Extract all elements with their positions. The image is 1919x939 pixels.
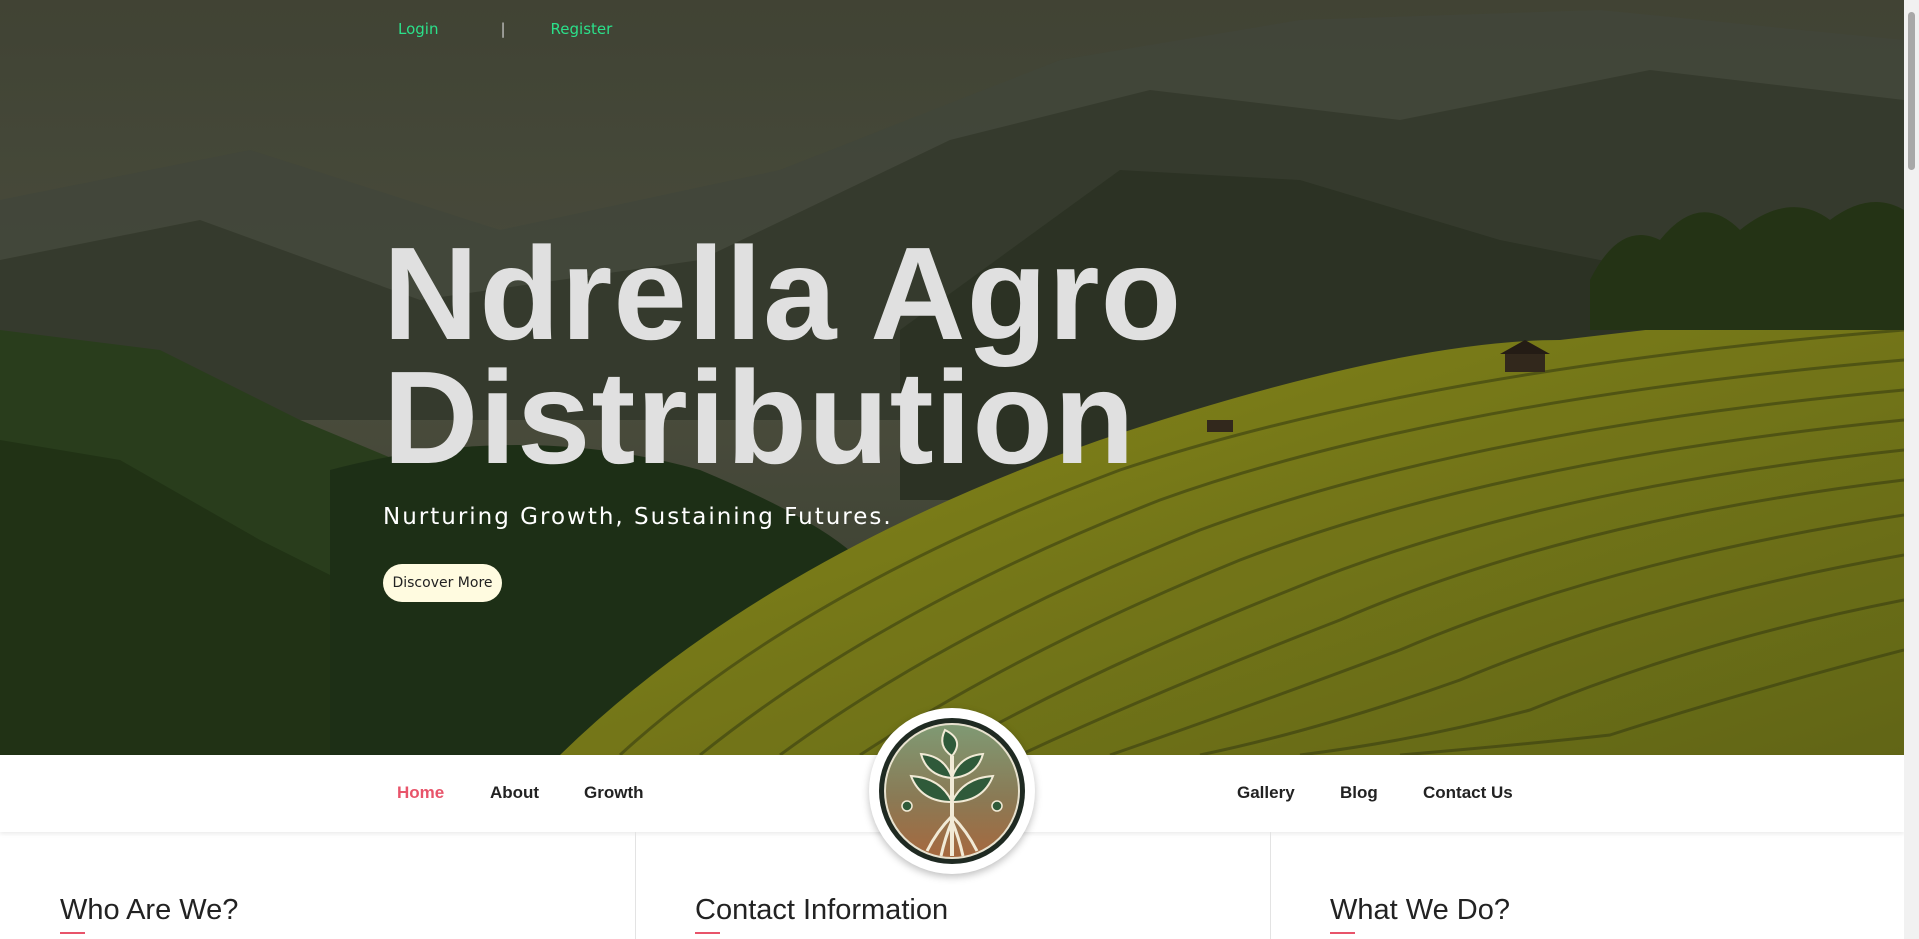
auth-separator: | — [500, 20, 506, 38]
plant-leaf-logo-icon — [879, 718, 1025, 864]
page-scrollbar[interactable] — [1904, 0, 1919, 939]
section-who-are-we: Who Are We? — [0, 832, 635, 939]
discover-more-button[interactable]: Discover More — [383, 564, 502, 602]
section-title: Contact Information — [695, 894, 949, 926]
section-what-we-do: What We Do? — [1270, 832, 1904, 939]
scrollbar-thumb[interactable] — [1908, 12, 1915, 170]
nav-item-growth[interactable]: Growth — [584, 783, 644, 803]
nav-item-gallery[interactable]: Gallery — [1237, 783, 1295, 803]
site-logo[interactable] — [869, 708, 1035, 874]
section-title: What We Do? — [1330, 894, 1510, 926]
register-link[interactable]: Register — [551, 20, 613, 38]
auth-links: Login | Register — [398, 20, 612, 38]
nav-item-home[interactable]: Home — [397, 783, 444, 803]
section-underline — [1330, 932, 1355, 934]
hero-title-line-1: Ndrella Agro — [383, 220, 1183, 367]
hero-title-line-2: Distribution — [383, 344, 1136, 491]
hero-title: Ndrella Agro Distribution — [383, 220, 1283, 491]
nav-item-contact-us[interactable]: Contact Us — [1423, 783, 1513, 803]
section-underline — [60, 932, 85, 934]
login-link[interactable]: Login — [398, 20, 438, 38]
hero-tagline: Nurturing Growth, Sustaining Futures. — [383, 504, 893, 530]
section-title: Who Are We? — [60, 894, 239, 926]
nav-item-blog[interactable]: Blog — [1340, 783, 1378, 803]
hero-banner: Login | Register Ndrella Agro Distributi… — [0, 0, 1904, 755]
section-underline — [695, 932, 720, 934]
nav-item-about[interactable]: About — [490, 783, 539, 803]
